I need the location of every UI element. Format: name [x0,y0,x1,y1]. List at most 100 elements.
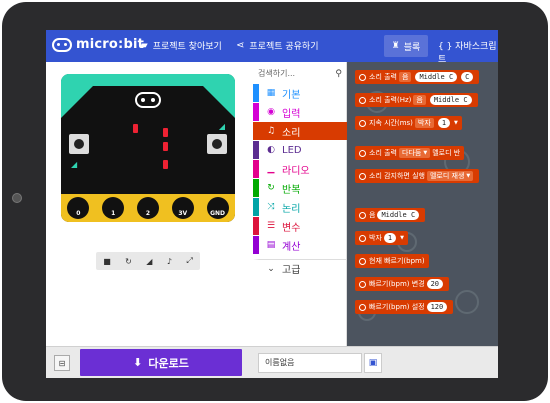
pin-3v[interactable]: 3V [171,197,194,219]
toolbox: 검색하기... ⚲ ▦ 기본 ◉ 입력 ♫ 소리 ◐ LED ▁ 라디오 ↻ 반복 ⤨ 논 [250,62,347,346]
tempo-set-value[interactable]: 120 [426,302,448,312]
download-icon: ⬇ [133,356,143,369]
chevron-down-icon: ▼ [400,235,404,241]
headphones-icon [359,172,366,180]
stop-icon[interactable]: ■ [103,257,111,266]
chevron-down-icon: ▼ [454,120,458,126]
share-project-button[interactable]: ⋖ 프로젝트 공유하기 [236,39,319,52]
mute-icon[interactable]: ♪ [167,257,172,266]
block-change-tempo[interactable]: 빠르기(bpm) 변경 20 [355,277,450,291]
board-logo-face [135,92,161,108]
category-math[interactable]: ▤ 계산 [253,236,347,254]
button-b[interactable] [207,134,227,154]
app-screen: micro:bit ▰ 프로젝트 찾아보기 ⋖ 프로젝트 공유하기 ♜ 블록 {… [46,30,498,378]
note-dropdown[interactable]: 음 [413,95,426,105]
puzzle-icon: ♜ [391,41,400,51]
microbit-logo[interactable]: micro:bit [52,37,144,52]
block-on-music-event[interactable]: 소리 감지하면 실행 멜로디 재생 ▼ [355,169,480,183]
led-pixel [163,128,168,137]
category-input[interactable]: ◉ 입력 [253,103,347,121]
chevron-down-icon: ▼ [466,173,471,179]
headphones-icon [359,303,366,311]
category-variables[interactable]: ☰ 변수 [253,217,347,235]
chevron-down-icon: ⌄ [267,263,275,274]
header-bar: micro:bit ▰ 프로젝트 찾아보기 ⋖ 프로젝트 공유하기 ♜ 블록 {… [46,30,498,65]
toggle-simulator-button[interactable]: ⊟ [54,355,70,371]
headphones-icon [359,119,366,127]
debug-icon[interactable]: ◢ [146,257,152,266]
grid-icon: ▦ [266,88,276,98]
category-advanced[interactable]: ⌄ 고급 [253,259,347,277]
shuffle-icon: ⤨ [267,202,275,212]
restart-icon[interactable]: ↻ [125,257,132,266]
save-button[interactable]: ▣ [364,353,382,373]
category-logic[interactable]: ⤨ 논리 [253,198,347,216]
block-start-melody[interactable]: 소리 출력 다다둠 ▼ 멜로디 반 [355,146,465,160]
category-basic[interactable]: ▦ 기본 [253,84,347,102]
category-led[interactable]: ◐ LED [253,141,347,159]
refresh-icon: ↻ [267,183,275,193]
category-music[interactable]: ♫ 소리 [253,122,347,140]
logo-text: micro:bit [76,37,145,52]
blocks-tab-label: 블록 [403,42,421,53]
tail-value: C [461,72,474,82]
save-icon: ▣ [368,358,378,368]
simulator-pane: ◢ ◢ 0 1 2 3V GND ■ ↻ ◢ ♪ ⤢ [46,62,250,346]
block-note[interactable]: 음 Middle C [355,208,426,222]
block-tempo[interactable]: 현재 빠르기(bpm) [355,254,429,268]
pin-strip: 0 1 2 3V GND [61,194,235,222]
pin-gnd[interactable]: GND [206,197,229,219]
block-beat[interactable]: 박자 1 ▼ [355,231,408,245]
note-value[interactable]: Middle C [429,95,472,105]
download-button[interactable]: ⬇ 다운로드 [80,349,242,376]
microbit-board[interactable]: ◢ ◢ 0 1 2 3V GND [61,74,235,222]
pin-1[interactable]: 1 [102,197,125,219]
fullscreen-icon[interactable]: ⤢ [186,256,192,266]
pin-0[interactable]: 0 [67,197,90,219]
share-icon: ⋖ [236,40,245,51]
chevron-down-icon: ▼ [423,150,428,156]
led-pixel [133,124,138,133]
tablet-frame: micro:bit ▰ 프로젝트 찾아보기 ⋖ 프로젝트 공유하기 ♜ 블록 {… [2,2,548,401]
beat-dropdown[interactable]: 박자 [414,118,434,128]
block-rest[interactable]: 지속 시간(ms) 박자 1 ▼ [355,116,462,130]
headphones-icon [359,73,366,81]
led-pixel [163,142,168,151]
pin-2[interactable]: 2 [136,197,159,219]
toggle-icon: ◐ [267,145,275,155]
board-corner-left [61,74,105,118]
beat-value[interactable]: 1 [383,233,397,243]
triangle-icon: ◢ [218,122,225,131]
toolbox-search-input[interactable]: 검색하기... ⚲ [252,66,344,82]
event-dropdown[interactable]: 멜로디 재생 ▼ [426,171,474,181]
note-value[interactable]: Middle C [377,210,420,220]
tempo-change-value[interactable]: 20 [426,279,444,289]
headphones-icon [359,257,366,265]
led-pixel [163,160,168,169]
beat-value[interactable]: 1 [437,118,451,128]
blocks-workspace[interactable]: 소리 출력 음 Middle C C 소리 출력(Hz) 음 Middle C … [347,62,498,346]
search-placeholder: 검색하기... [258,69,296,78]
headphones-icon [359,280,366,288]
category-loops[interactable]: ↻ 반복 [253,179,347,197]
project-name-input[interactable]: 이름없음 [258,353,362,373]
category-radio[interactable]: ▁ 라디오 [253,160,347,178]
button-a[interactable] [69,134,89,154]
explore-projects-button[interactable]: ▰ 프로젝트 찾아보기 [140,39,222,52]
note-value[interactable]: Middle C [415,72,458,82]
block-play-tone[interactable]: 소리 출력 음 Middle C C [355,70,480,84]
collapse-icon: ⊟ [58,358,66,368]
headphones-icon [359,149,366,157]
share-project-label: 프로젝트 공유하기 [249,42,319,52]
simulator-controls: ■ ↻ ◢ ♪ ⤢ [96,252,200,270]
headphones-icon [359,234,366,242]
block-ring-tone[interactable]: 소리 출력(Hz) 음 Middle C [355,93,478,107]
headphones-icon: ♫ [266,126,276,136]
target-icon: ◉ [267,107,275,117]
headphones-icon [359,96,366,104]
note-dropdown[interactable]: 음 [399,72,412,82]
headphones-icon [359,211,366,219]
block-set-tempo[interactable]: 빠르기(bpm) 설정 120 [355,300,454,314]
blocks-tab[interactable]: ♜ 블록 [384,35,428,57]
melody-dropdown[interactable]: 다다둠 ▼ [399,148,431,158]
